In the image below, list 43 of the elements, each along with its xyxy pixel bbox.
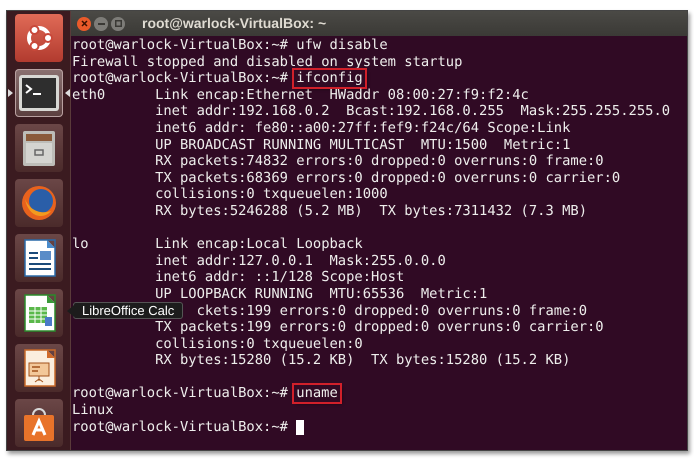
launcher-button[interactable] [14, 399, 62, 447]
running-indicator-icon [8, 89, 12, 97]
output-line: Linux [72, 402, 114, 419]
output-line: Link encap:Local Loopback [155, 236, 363, 253]
output-line: UP BROADCAST RUNNING MULTICAST MTU:1500 Metric:1 [155, 136, 570, 154]
output-line: TX packets:68369 errors:0 dropped:0 overruns:0 carrier:0 [155, 170, 620, 186]
command-text: ufw disable [296, 37, 388, 54]
launcher-button[interactable] [14, 289, 62, 337]
launcher-button[interactable] [14, 14, 62, 62]
interface-name: lo [72, 236, 90, 253]
output-line: RX bytes:5246288 (5.2 MB) TX bytes:7311432 (7.3 MB) [155, 202, 587, 220]
minimize-icon [98, 22, 104, 24]
launcher-button[interactable] [14, 344, 62, 392]
highlighted-command: uname [294, 385, 340, 402]
interface-name: eth0 [72, 86, 106, 104]
shell-prompt: root@warlock-VirtualBox:~# [72, 385, 288, 402]
highlighted-command: ifconfig [294, 70, 365, 87]
shell-prompt: root@warlock-VirtualBox:~# [72, 37, 288, 54]
output-line: inet addr:127.0.0.1 Mask:255.0.0.0 [155, 252, 446, 270]
shell-prompt: root@warlock-VirtualBox:~# [72, 418, 288, 436]
launcher-button[interactable] [14, 179, 62, 227]
output-line: collisions:0 txqueuelen:0 [155, 336, 363, 352]
output-line: RX bytes:15280 (15.2 KB) TX bytes:15280 (15.2 KB) [155, 352, 570, 369]
maximize-icon [114, 20, 122, 27]
output-line: inet6 addr: fe80::a00:27ff:fef9:f24c/64 Scope:Link [155, 120, 570, 137]
output-line: Link encap:Ethernet HWaddr 08:00:27:f9:f2:4c [155, 86, 529, 104]
output-line: inet6 addr: ::1/128 Scope:Host [155, 269, 404, 286]
minimize-button[interactable] [94, 16, 108, 30]
output-line: ckets:199 errors:0 dropped:0 overruns:0 frame:0 [196, 302, 587, 320]
output-line: collisions:0 txqueuelen:1000 [155, 186, 388, 203]
output-line: Firewall stopped and disabled on system startup [72, 54, 462, 70]
launcher-button[interactable] [14, 234, 62, 282]
output-line: TX packets:199 errors:0 dropped:0 overruns:0 carrier:0 [155, 319, 604, 336]
close-icon [80, 20, 88, 27]
window-title: root@warlock-VirtualBox: ~ [142, 14, 326, 33]
output-line: RX packets:74832 errors:0 dropped:0 overruns:0 frame:0 [155, 153, 604, 170]
output-line: UP LOOPBACK RUNNING MTU:65536 Metric:1 [155, 286, 488, 302]
shell-prompt: root@warlock-VirtualBox:~# [72, 70, 288, 87]
terminal-icon [18, 73, 60, 113]
maximize-button[interactable] [111, 16, 125, 30]
close-button[interactable] [77, 16, 91, 30]
output-line: inet addr:192.168.0.2 Bcast:192.168.0.255 Mask:255.255.255.0 [155, 103, 670, 120]
launcher-button[interactable] [14, 124, 62, 172]
